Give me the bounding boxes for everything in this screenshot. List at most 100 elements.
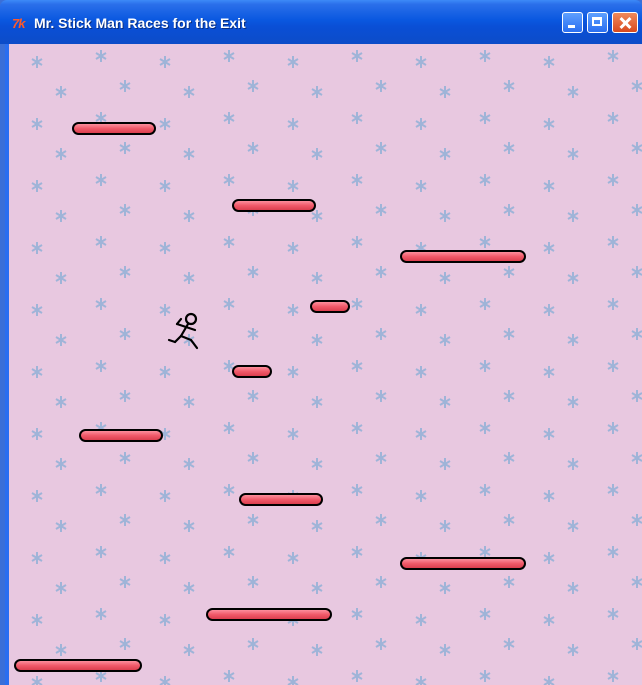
star-decoration bbox=[223, 112, 235, 124]
platform bbox=[400, 557, 526, 570]
star-decoration bbox=[567, 210, 579, 222]
star-decoration bbox=[311, 272, 323, 284]
star-decoration bbox=[247, 576, 259, 588]
star-decoration bbox=[311, 582, 323, 594]
star-decoration bbox=[607, 484, 619, 496]
star-decoration bbox=[607, 546, 619, 558]
star-decoration bbox=[287, 552, 299, 564]
star-decoration bbox=[311, 458, 323, 470]
star-decoration bbox=[287, 56, 299, 68]
star-decoration bbox=[479, 546, 491, 558]
star-decoration bbox=[439, 458, 451, 470]
star-decoration bbox=[543, 490, 555, 502]
star-decoration bbox=[567, 148, 579, 160]
star-decoration bbox=[55, 582, 67, 594]
star-decoration bbox=[55, 272, 67, 284]
star-decoration bbox=[479, 360, 491, 372]
platform bbox=[79, 429, 163, 442]
star-decoration bbox=[375, 328, 387, 340]
platform bbox=[232, 365, 272, 378]
star-decoration bbox=[479, 236, 491, 248]
star-decoration bbox=[607, 670, 619, 682]
star-decoration bbox=[631, 142, 642, 154]
star-decoration bbox=[183, 148, 195, 160]
star-decoration bbox=[119, 142, 131, 154]
star-decoration bbox=[31, 490, 43, 502]
star-decoration bbox=[351, 608, 363, 620]
platforms bbox=[14, 122, 526, 672]
star-decoration bbox=[311, 334, 323, 346]
star-decoration bbox=[543, 614, 555, 626]
star-decoration bbox=[503, 266, 515, 278]
star-decoration bbox=[119, 514, 131, 526]
star-decoration bbox=[543, 676, 555, 685]
star-decoration bbox=[631, 452, 642, 464]
star-decoration bbox=[607, 422, 619, 434]
star-decoration bbox=[351, 112, 363, 124]
star-decoration bbox=[503, 142, 515, 154]
star-decoration bbox=[479, 298, 491, 310]
star-decoration bbox=[119, 390, 131, 402]
close-button[interactable] bbox=[612, 12, 638, 33]
star-decoration bbox=[631, 80, 642, 92]
star-decoration bbox=[567, 272, 579, 284]
star-decoration bbox=[31, 614, 43, 626]
star-decoration bbox=[607, 50, 619, 62]
star-decoration bbox=[159, 490, 171, 502]
star-decoration bbox=[439, 210, 451, 222]
star-decoration bbox=[543, 242, 555, 254]
star-decoration bbox=[351, 670, 363, 682]
star-decoration bbox=[287, 366, 299, 378]
star-decoration bbox=[287, 118, 299, 130]
platform bbox=[310, 300, 350, 313]
maximize-button[interactable] bbox=[587, 12, 608, 33]
star-decoration bbox=[415, 304, 427, 316]
star-decoration bbox=[183, 582, 195, 594]
star-decoration bbox=[311, 520, 323, 532]
star-decoration bbox=[479, 50, 491, 62]
title-bar[interactable]: 7k Mr. Stick Man Races for the Exit bbox=[0, 0, 642, 44]
star-decoration bbox=[439, 148, 451, 160]
platform bbox=[14, 659, 142, 672]
star-decoration bbox=[183, 272, 195, 284]
star-decoration bbox=[503, 514, 515, 526]
star-decoration bbox=[183, 210, 195, 222]
star-decoration bbox=[55, 86, 67, 98]
star-decoration bbox=[543, 180, 555, 192]
star-background bbox=[31, 50, 642, 685]
star-decoration bbox=[311, 210, 323, 222]
star-decoration bbox=[415, 676, 427, 685]
star-decoration bbox=[543, 118, 555, 130]
star-decoration bbox=[479, 608, 491, 620]
star-decoration bbox=[415, 118, 427, 130]
star-decoration bbox=[119, 328, 131, 340]
star-decoration bbox=[223, 484, 235, 496]
star-decoration bbox=[351, 50, 363, 62]
star-decoration bbox=[503, 638, 515, 650]
star-decoration bbox=[31, 304, 43, 316]
star-decoration bbox=[95, 236, 107, 248]
star-decoration bbox=[375, 514, 387, 526]
minimize-button[interactable] bbox=[562, 12, 583, 33]
star-decoration bbox=[223, 298, 235, 310]
star-decoration bbox=[287, 304, 299, 316]
star-decoration bbox=[375, 204, 387, 216]
star-decoration bbox=[247, 390, 259, 402]
star-decoration bbox=[95, 546, 107, 558]
star-decoration bbox=[55, 458, 67, 470]
star-decoration bbox=[183, 520, 195, 532]
star-decoration bbox=[631, 514, 642, 526]
star-decoration bbox=[503, 80, 515, 92]
star-decoration bbox=[351, 298, 363, 310]
star-decoration bbox=[159, 614, 171, 626]
game-canvas[interactable] bbox=[5, 44, 642, 685]
star-decoration bbox=[159, 552, 171, 564]
star-decoration bbox=[119, 204, 131, 216]
star-decoration bbox=[479, 422, 491, 434]
star-decoration bbox=[567, 520, 579, 532]
star-decoration bbox=[223, 50, 235, 62]
star-decoration bbox=[31, 366, 43, 378]
star-decoration bbox=[631, 204, 642, 216]
platform bbox=[232, 199, 316, 212]
star-decoration bbox=[183, 458, 195, 470]
